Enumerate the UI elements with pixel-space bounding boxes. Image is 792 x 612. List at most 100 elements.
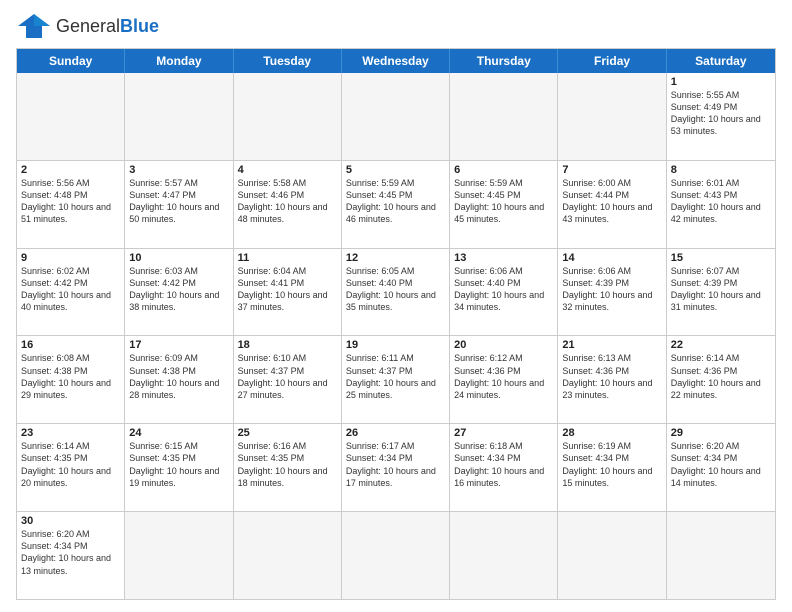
calendar-row: 1Sunrise: 5:55 AM Sunset: 4:49 PM Daylig… [17, 73, 775, 160]
calendar-row: 2Sunrise: 5:56 AM Sunset: 4:48 PM Daylig… [17, 160, 775, 248]
cell-info: Sunrise: 6:16 AM Sunset: 4:35 PM Dayligh… [238, 440, 337, 489]
page: GeneralBlue SundayMondayTuesdayWednesday… [0, 0, 792, 612]
day-number: 6 [454, 164, 553, 176]
calendar-cell: 16Sunrise: 6:08 AM Sunset: 4:38 PM Dayli… [17, 336, 125, 423]
calendar-cell [450, 73, 558, 160]
weekday-header: Sunday [17, 49, 125, 73]
calendar-cell: 1Sunrise: 5:55 AM Sunset: 4:49 PM Daylig… [667, 73, 775, 160]
cell-info: Sunrise: 6:00 AM Sunset: 4:44 PM Dayligh… [562, 177, 661, 226]
calendar: SundayMondayTuesdayWednesdayThursdayFrid… [16, 48, 776, 600]
cell-info: Sunrise: 6:06 AM Sunset: 4:39 PM Dayligh… [562, 265, 661, 314]
calendar-cell: 5Sunrise: 5:59 AM Sunset: 4:45 PM Daylig… [342, 161, 450, 248]
calendar-cell: 18Sunrise: 6:10 AM Sunset: 4:37 PM Dayli… [234, 336, 342, 423]
day-number: 10 [129, 252, 228, 264]
cell-info: Sunrise: 5:58 AM Sunset: 4:46 PM Dayligh… [238, 177, 337, 226]
calendar-cell [234, 512, 342, 599]
day-number: 23 [21, 427, 120, 439]
day-number: 7 [562, 164, 661, 176]
weekday-header: Saturday [667, 49, 775, 73]
calendar-cell: 2Sunrise: 5:56 AM Sunset: 4:48 PM Daylig… [17, 161, 125, 248]
calendar-cell: 4Sunrise: 5:58 AM Sunset: 4:46 PM Daylig… [234, 161, 342, 248]
weekday-header: Tuesday [234, 49, 342, 73]
day-number: 19 [346, 339, 445, 351]
cell-info: Sunrise: 6:06 AM Sunset: 4:40 PM Dayligh… [454, 265, 553, 314]
day-number: 17 [129, 339, 228, 351]
cell-info: Sunrise: 6:17 AM Sunset: 4:34 PM Dayligh… [346, 440, 445, 489]
calendar-cell: 28Sunrise: 6:19 AM Sunset: 4:34 PM Dayli… [558, 424, 666, 511]
day-number: 12 [346, 252, 445, 264]
calendar-cell: 20Sunrise: 6:12 AM Sunset: 4:36 PM Dayli… [450, 336, 558, 423]
cell-info: Sunrise: 6:08 AM Sunset: 4:38 PM Dayligh… [21, 352, 120, 401]
cell-info: Sunrise: 6:09 AM Sunset: 4:38 PM Dayligh… [129, 352, 228, 401]
calendar-cell: 8Sunrise: 6:01 AM Sunset: 4:43 PM Daylig… [667, 161, 775, 248]
day-number: 14 [562, 252, 661, 264]
day-number: 1 [671, 76, 771, 88]
cell-info: Sunrise: 6:18 AM Sunset: 4:34 PM Dayligh… [454, 440, 553, 489]
day-number: 4 [238, 164, 337, 176]
day-number: 27 [454, 427, 553, 439]
cell-info: Sunrise: 5:57 AM Sunset: 4:47 PM Dayligh… [129, 177, 228, 226]
header: GeneralBlue [16, 12, 776, 40]
calendar-cell: 9Sunrise: 6:02 AM Sunset: 4:42 PM Daylig… [17, 249, 125, 336]
weekday-header: Monday [125, 49, 233, 73]
cell-info: Sunrise: 6:05 AM Sunset: 4:40 PM Dayligh… [346, 265, 445, 314]
cell-info: Sunrise: 6:14 AM Sunset: 4:36 PM Dayligh… [671, 352, 771, 401]
day-number: 11 [238, 252, 337, 264]
day-number: 21 [562, 339, 661, 351]
calendar-cell: 21Sunrise: 6:13 AM Sunset: 4:36 PM Dayli… [558, 336, 666, 423]
logo: GeneralBlue [16, 12, 159, 40]
weekday-header: Friday [558, 49, 666, 73]
calendar-cell: 7Sunrise: 6:00 AM Sunset: 4:44 PM Daylig… [558, 161, 666, 248]
calendar-cell [558, 73, 666, 160]
calendar-cell [125, 73, 233, 160]
day-number: 30 [21, 515, 120, 527]
calendar-cell [558, 512, 666, 599]
calendar-cell: 15Sunrise: 6:07 AM Sunset: 4:39 PM Dayli… [667, 249, 775, 336]
calendar-cell: 26Sunrise: 6:17 AM Sunset: 4:34 PM Dayli… [342, 424, 450, 511]
day-number: 29 [671, 427, 771, 439]
cell-info: Sunrise: 6:01 AM Sunset: 4:43 PM Dayligh… [671, 177, 771, 226]
logo-icon [16, 12, 52, 40]
cell-info: Sunrise: 6:13 AM Sunset: 4:36 PM Dayligh… [562, 352, 661, 401]
calendar-cell [125, 512, 233, 599]
weekday-header: Wednesday [342, 49, 450, 73]
cell-info: Sunrise: 6:20 AM Sunset: 4:34 PM Dayligh… [21, 528, 120, 577]
day-number: 25 [238, 427, 337, 439]
day-number: 8 [671, 164, 771, 176]
calendar-cell: 29Sunrise: 6:20 AM Sunset: 4:34 PM Dayli… [667, 424, 775, 511]
cell-info: Sunrise: 6:07 AM Sunset: 4:39 PM Dayligh… [671, 265, 771, 314]
cell-info: Sunrise: 5:59 AM Sunset: 4:45 PM Dayligh… [346, 177, 445, 226]
cell-info: Sunrise: 6:02 AM Sunset: 4:42 PM Dayligh… [21, 265, 120, 314]
calendar-cell: 30Sunrise: 6:20 AM Sunset: 4:34 PM Dayli… [17, 512, 125, 599]
cell-info: Sunrise: 6:14 AM Sunset: 4:35 PM Dayligh… [21, 440, 120, 489]
calendar-cell: 14Sunrise: 6:06 AM Sunset: 4:39 PM Dayli… [558, 249, 666, 336]
cell-info: Sunrise: 5:59 AM Sunset: 4:45 PM Dayligh… [454, 177, 553, 226]
cell-info: Sunrise: 5:56 AM Sunset: 4:48 PM Dayligh… [21, 177, 120, 226]
cell-info: Sunrise: 6:19 AM Sunset: 4:34 PM Dayligh… [562, 440, 661, 489]
calendar-body: 1Sunrise: 5:55 AM Sunset: 4:49 PM Daylig… [17, 73, 775, 599]
calendar-cell: 19Sunrise: 6:11 AM Sunset: 4:37 PM Dayli… [342, 336, 450, 423]
calendar-cell: 24Sunrise: 6:15 AM Sunset: 4:35 PM Dayli… [125, 424, 233, 511]
calendar-cell: 11Sunrise: 6:04 AM Sunset: 4:41 PM Dayli… [234, 249, 342, 336]
logo-text: GeneralBlue [56, 16, 159, 37]
calendar-row: 23Sunrise: 6:14 AM Sunset: 4:35 PM Dayli… [17, 423, 775, 511]
day-number: 22 [671, 339, 771, 351]
calendar-cell [667, 512, 775, 599]
day-number: 18 [238, 339, 337, 351]
calendar-cell: 22Sunrise: 6:14 AM Sunset: 4:36 PM Dayli… [667, 336, 775, 423]
weekday-header: Thursday [450, 49, 558, 73]
cell-info: Sunrise: 6:03 AM Sunset: 4:42 PM Dayligh… [129, 265, 228, 314]
calendar-row: 16Sunrise: 6:08 AM Sunset: 4:38 PM Dayli… [17, 335, 775, 423]
day-number: 2 [21, 164, 120, 176]
day-number: 20 [454, 339, 553, 351]
cell-info: Sunrise: 6:11 AM Sunset: 4:37 PM Dayligh… [346, 352, 445, 401]
calendar-cell: 12Sunrise: 6:05 AM Sunset: 4:40 PM Dayli… [342, 249, 450, 336]
calendar-row: 9Sunrise: 6:02 AM Sunset: 4:42 PM Daylig… [17, 248, 775, 336]
cell-info: Sunrise: 6:04 AM Sunset: 4:41 PM Dayligh… [238, 265, 337, 314]
day-number: 26 [346, 427, 445, 439]
day-number: 5 [346, 164, 445, 176]
cell-info: Sunrise: 5:55 AM Sunset: 4:49 PM Dayligh… [671, 89, 771, 138]
day-number: 16 [21, 339, 120, 351]
calendar-cell [17, 73, 125, 160]
calendar-cell [234, 73, 342, 160]
